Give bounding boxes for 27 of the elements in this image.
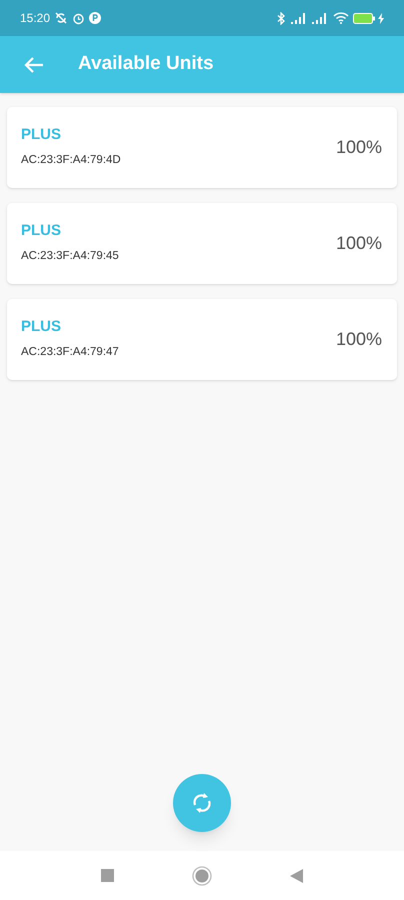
signal-icon: [312, 12, 329, 24]
battery-level: 100%: [336, 328, 382, 351]
refresh-icon: [192, 792, 212, 814]
back-arrow-icon: [24, 56, 44, 74]
screen-title: Available Units: [78, 52, 214, 76]
charging-icon: [378, 12, 384, 24]
status-time: 15:20: [20, 10, 50, 27]
back-nav-button[interactable]: [290, 868, 303, 882]
battery-icon: [353, 12, 375, 24]
signal-icon: [291, 12, 308, 24]
unit-name: PLUS: [21, 126, 62, 144]
mac-address: AC:23:3F:A4:79:4D: [21, 152, 122, 168]
unit-name: PLUS: [21, 222, 62, 240]
wifi-icon: [333, 12, 349, 24]
unit-name: PLUS: [21, 318, 62, 336]
battery-level: 100%: [336, 136, 382, 159]
circle-p-icon: [89, 12, 102, 24]
mac-address: AC:23:3F:A4:79:47: [21, 344, 120, 360]
unit-card[interactable]: PLUS AC:23:3F:A4:79:4D 100%: [7, 107, 397, 188]
alarm-icon: [72, 12, 86, 24]
sync-off-icon: [54, 11, 68, 25]
bluetooth-icon: [277, 12, 286, 24]
battery-level: 100%: [336, 232, 382, 255]
unit-card[interactable]: PLUS AC:23:3F:A4:79:45 100%: [7, 203, 397, 284]
home-button[interactable]: [192, 866, 212, 886]
mac-address: AC:23:3F:A4:79:45: [21, 248, 120, 264]
unit-card[interactable]: PLUS AC:23:3F:A4:79:47 100%: [7, 299, 397, 380]
